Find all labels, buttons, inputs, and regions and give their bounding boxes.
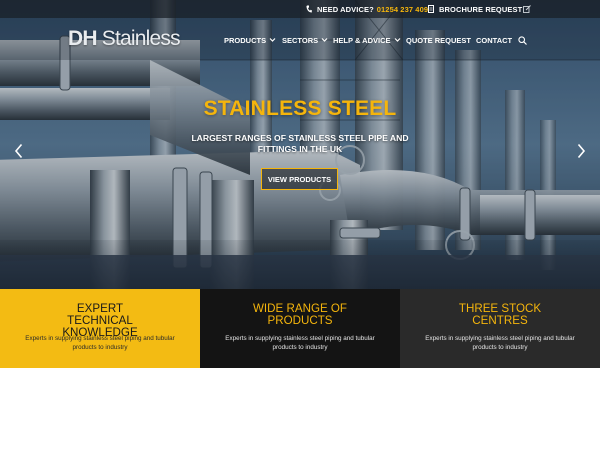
nav-sectors-label: SECTORS [282, 35, 319, 45]
edit-link[interactable] [523, 0, 531, 18]
feature-title: THREE STOCK CENTRES [458, 302, 542, 327]
logo-text: Stainless [101, 27, 181, 50]
chevron-right-icon[interactable] [576, 143, 586, 159]
phone-icon [306, 5, 312, 13]
nav-help-advice-label: HELP & ADVICE [333, 35, 391, 45]
feature-text: Experts in supplying stainless steel pip… [225, 335, 375, 351]
top-utility-bar: NEED ADVICE? 01254 237 409 BROCHURE REQU… [0, 0, 600, 18]
nav-products[interactable]: PRODUCTS [224, 34, 276, 46]
feature-panel-expertise: EXPERT TECHNICAL KNOWLEDGE Experts in su… [0, 289, 200, 368]
nav-sectors[interactable]: SECTORS [282, 34, 328, 46]
need-advice-label: NEED ADVICE? [317, 4, 374, 14]
feature-title: WIDE RANGE OF PRODUCTS [252, 302, 348, 327]
logo[interactable]: DH Stainless [68, 27, 181, 51]
feature-text: Experts in supplying stainless steel pip… [25, 335, 175, 351]
search-icon[interactable] [518, 36, 527, 45]
nav-contact-label: CONTACT [476, 35, 513, 45]
feature-panel-range: WIDE RANGE OF PRODUCTS Experts in supply… [200, 289, 400, 368]
edit-icon [523, 5, 531, 13]
chevron-down-icon [394, 38, 400, 42]
chevron-left-icon[interactable] [14, 143, 24, 159]
document-icon [428, 5, 434, 13]
feature-panel-stock: THREE STOCK CENTRES Experts in supplying… [400, 289, 600, 368]
hero-title: STAINLESS STEEL [203, 97, 397, 120]
nav-products-label: PRODUCTS [224, 35, 267, 45]
brochure-request-link[interactable]: BROCHURE REQUEST [428, 0, 522, 18]
logo-mark: DH [68, 27, 98, 50]
nav-quote-request[interactable]: QUOTE REQUEST [406, 34, 471, 46]
phone-number[interactable]: 01254 237 409 [377, 5, 428, 14]
nav-quote-request-label: QUOTE REQUEST [406, 35, 472, 45]
brochure-request-label: BROCHURE REQUEST [439, 4, 523, 14]
need-advice-link[interactable]: NEED ADVICE? 01254 237 409 [306, 0, 428, 18]
nav-help-advice[interactable]: HELP & ADVICE [333, 34, 401, 46]
feature-text: Experts in supplying stainless steel pip… [425, 335, 575, 351]
chevron-down-icon [269, 38, 276, 42]
view-products-button[interactable]: VIEW PRODUCTS [261, 168, 338, 190]
nav-contact[interactable]: CONTACT [476, 34, 512, 46]
hero-subtitle: LARGEST RANGES OF STAINLESS STEEL PIPE A… [191, 133, 409, 154]
chevron-down-icon [321, 38, 328, 42]
